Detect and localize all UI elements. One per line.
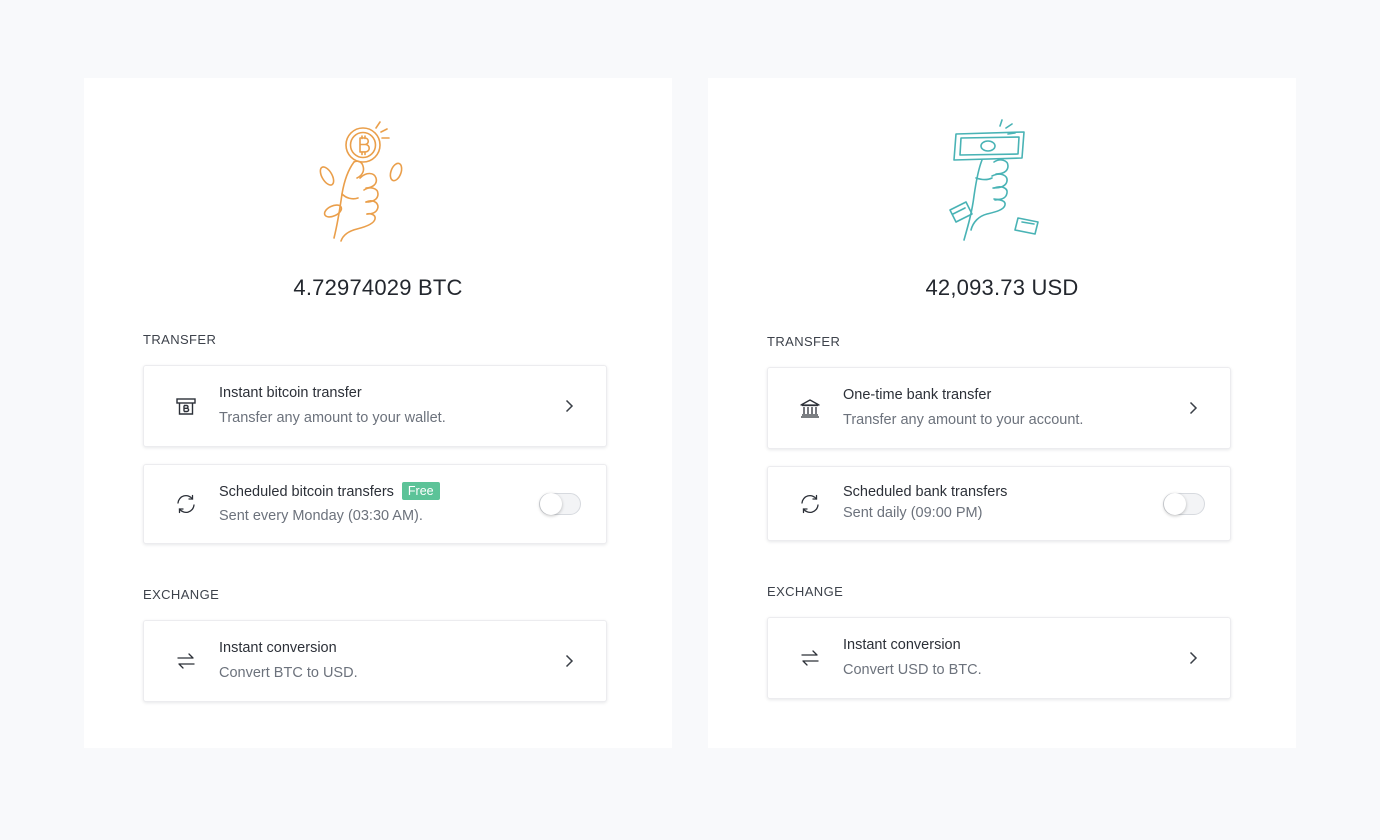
chevron-right-icon bbox=[1189, 651, 1198, 665]
scheduled-bitcoin-transfers-card: Scheduled bitcoin transfers Free Sent eve… bbox=[143, 464, 607, 544]
hand-holding-bitcoin-icon bbox=[319, 121, 403, 242]
free-badge: Free bbox=[401, 482, 440, 500]
chevron-right-icon bbox=[565, 399, 574, 413]
instant-bitcoin-transfer-title: Instant bitcoin transfer bbox=[219, 385, 362, 401]
scheduled-bank-toggle[interactable] bbox=[1163, 492, 1205, 515]
scheduled-bank-transfers-title: Scheduled bank transfers bbox=[843, 484, 1008, 500]
instant-conversion-title: Instant conversion bbox=[843, 637, 961, 653]
btc-balance: 4.72974029 BTC bbox=[293, 275, 463, 300]
chevron-right-icon bbox=[1189, 401, 1198, 415]
scheduled-bank-transfers-card: Scheduled bank transfers Sent daily (09:… bbox=[767, 466, 1231, 541]
chevron-right-icon bbox=[565, 654, 574, 668]
scheduled-bitcoin-toggle[interactable] bbox=[539, 493, 581, 515]
scheduled-bitcoin-transfers-subtitle: Sent every Monday (03:30 AM). bbox=[219, 508, 423, 524]
bank-icon bbox=[800, 399, 820, 418]
exchange-section-label: EXCHANGE bbox=[143, 587, 220, 602]
instant-bitcoin-transfer-card[interactable]: Instant bitcoin transfer Transfer any am… bbox=[143, 365, 607, 447]
swap-arrows-icon bbox=[177, 653, 195, 669]
scheduled-bitcoin-transfers-label: Scheduled bitcoin transfers bbox=[219, 484, 394, 500]
instant-conversion-card[interactable]: Instant conversion Convert USD to BTC. bbox=[767, 617, 1231, 699]
bitcoin-atm-icon bbox=[176, 398, 196, 415]
btc-panel: 4.72974029 BTC TRANSFER Instant bitcoin … bbox=[84, 78, 672, 748]
instant-conversion-subtitle: Convert USD to BTC. bbox=[843, 662, 982, 678]
scheduled-bank-transfers-subtitle: Sent daily (09:00 PM) bbox=[843, 505, 983, 521]
refresh-icon bbox=[801, 494, 819, 513]
hand-holding-cash-icon bbox=[949, 119, 1039, 241]
exchange-section-label: EXCHANGE bbox=[767, 584, 844, 599]
usd-balance: 42,093.73 USD bbox=[925, 275, 1079, 300]
transfer-section-label: TRANSFER bbox=[767, 334, 841, 349]
swap-arrows-icon bbox=[801, 650, 819, 666]
instant-conversion-subtitle: Convert BTC to USD. bbox=[219, 665, 358, 681]
one-time-bank-transfer-title: One-time bank transfer bbox=[843, 387, 992, 403]
one-time-bank-transfer-card[interactable]: One-time bank transfer Transfer any amou… bbox=[767, 367, 1231, 449]
scheduled-bitcoin-transfers-title: Scheduled bitcoin transfers Free bbox=[219, 482, 440, 500]
transfer-section-label: TRANSFER bbox=[143, 332, 217, 347]
toggle-knob bbox=[1164, 492, 1186, 515]
instant-bitcoin-transfer-subtitle: Transfer any amount to your wallet. bbox=[219, 410, 446, 426]
instant-conversion-card[interactable]: Instant conversion Convert BTC to USD. bbox=[143, 620, 607, 702]
refresh-icon bbox=[177, 494, 195, 514]
toggle-knob bbox=[540, 493, 562, 515]
one-time-bank-transfer-subtitle: Transfer any amount to your account. bbox=[843, 412, 1084, 428]
usd-panel: 42,093.73 USD TRANSFER One-time bank tra… bbox=[708, 78, 1296, 748]
instant-conversion-title: Instant conversion bbox=[219, 640, 337, 656]
